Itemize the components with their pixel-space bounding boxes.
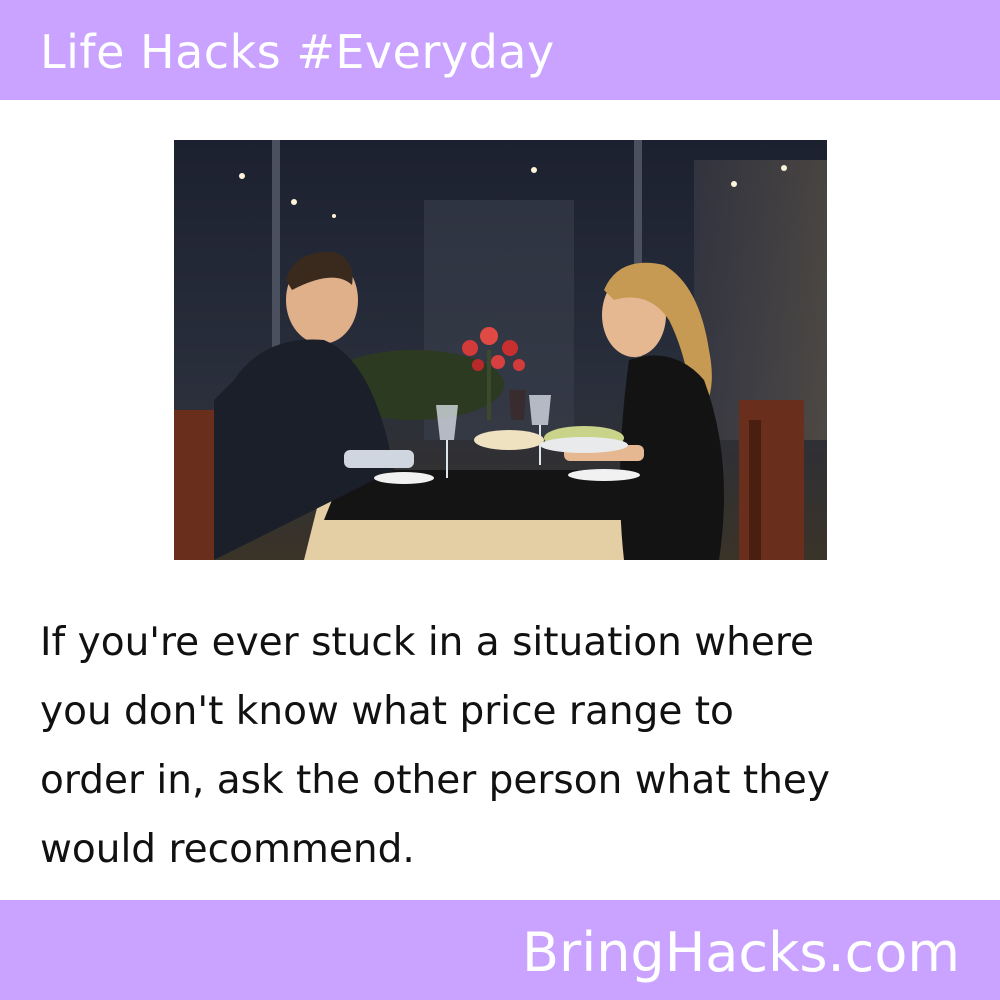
hack-caption: If you're ever stuck in a situation wher… xyxy=(40,620,830,872)
page-title: Life Hacks #Everyday xyxy=(40,25,555,79)
site-brand: BringHacks.com xyxy=(521,921,960,984)
restaurant-dinner-photo xyxy=(174,140,827,560)
life-hack-card: Life Hacks #Everyday If you're ever stuc… xyxy=(0,0,1000,1000)
